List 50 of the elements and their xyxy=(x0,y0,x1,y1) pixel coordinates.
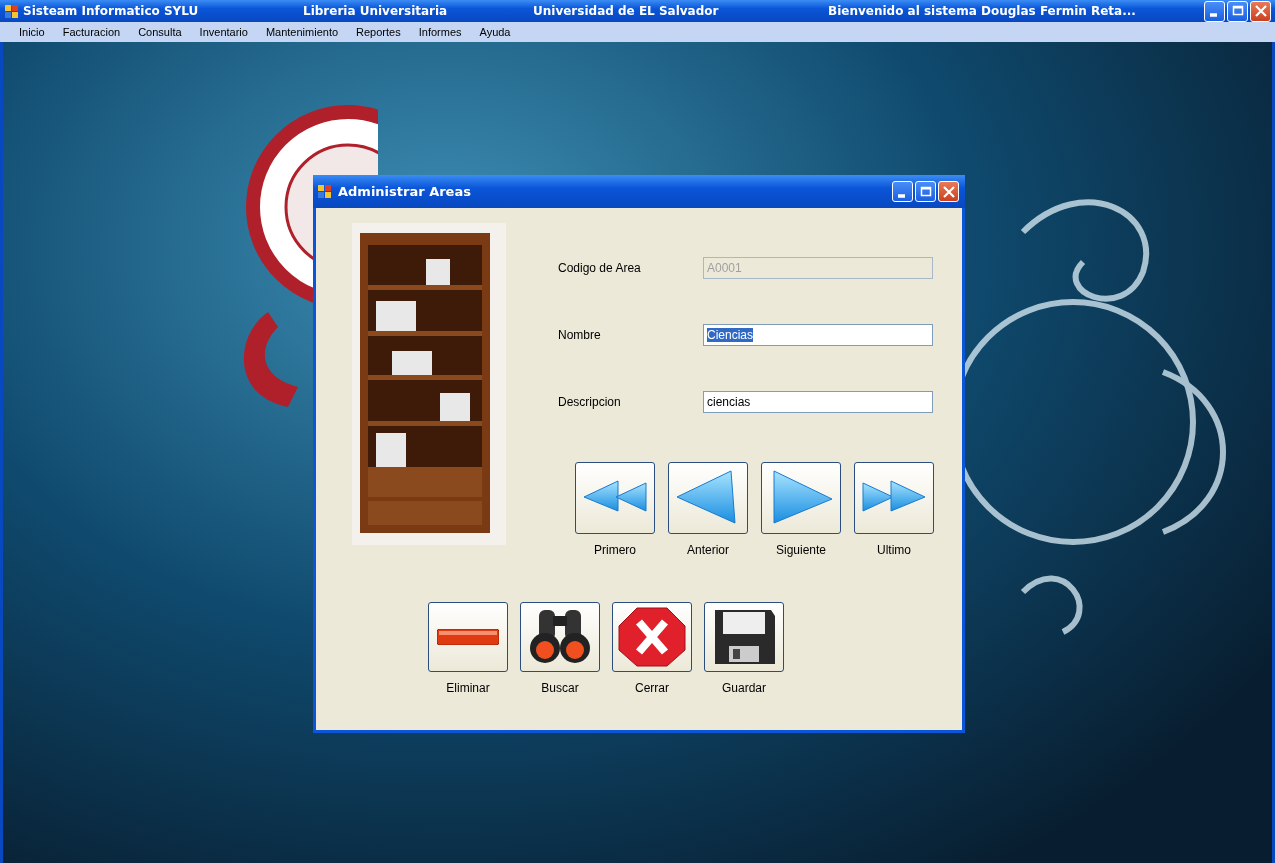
nav-button[interactable] xyxy=(761,462,841,534)
nav-button[interactable] xyxy=(668,462,748,534)
menu-item[interactable]: Inicio xyxy=(10,26,54,38)
minimize-icon xyxy=(1210,13,1217,17)
dialog-title: Administrar Areas xyxy=(338,184,471,199)
menu-item[interactable]: Reportes xyxy=(347,26,410,38)
maximize-icon xyxy=(1230,4,1245,18)
maximize-button[interactable] xyxy=(915,181,936,202)
minimize-icon xyxy=(898,193,905,198)
menu-item[interactable]: Informes xyxy=(409,26,471,38)
close-icon xyxy=(617,606,687,668)
input-field[interactable]: ciencias xyxy=(703,391,933,413)
button-label: Siguiente xyxy=(775,543,826,557)
window-title: Libreria Universitaria xyxy=(303,4,449,18)
app-icon xyxy=(4,3,19,19)
app-icon xyxy=(317,184,332,199)
action-button[interactable] xyxy=(520,602,600,672)
field-label: Codigo de Area xyxy=(558,261,642,275)
button-label: Ultimo xyxy=(877,543,911,557)
field-label: Descripcion xyxy=(558,395,622,409)
window-title: Bienvenido al sistema Douglas Fermin Reta... xyxy=(828,4,1136,18)
field-label: Nombre xyxy=(558,328,602,342)
close-icon xyxy=(1253,4,1268,18)
button-label: Guardar xyxy=(722,681,766,695)
button-label: Buscar xyxy=(541,681,579,695)
menu-item[interactable]: Mantenimiento xyxy=(256,26,348,38)
button-label: Primero xyxy=(594,543,636,557)
action-button[interactable] xyxy=(612,602,692,672)
button-label: Eliminar xyxy=(446,681,490,695)
menu-item[interactable]: Facturacion xyxy=(53,26,130,38)
minimize-button[interactable] xyxy=(1204,0,1225,22)
input-field[interactable]: Ciencias xyxy=(703,324,933,346)
close-icon xyxy=(941,184,956,199)
maximize-icon xyxy=(918,184,933,199)
minimize-button[interactable] xyxy=(892,181,913,202)
nav-button[interactable] xyxy=(575,462,655,534)
action-button[interactable] xyxy=(704,602,784,672)
button-label: Anterior xyxy=(687,543,729,557)
close-button[interactable] xyxy=(1250,0,1271,22)
button-label: Cerrar xyxy=(635,681,669,695)
maximize-button[interactable] xyxy=(1227,0,1248,22)
window-title: Universidad de EL Salvador xyxy=(533,4,720,18)
minus-icon xyxy=(437,629,499,645)
menu-item[interactable]: Consulta xyxy=(129,26,191,38)
menu-item[interactable]: Ayuda xyxy=(470,26,520,38)
window-title: Sisteam Informatico SYLU xyxy=(23,4,200,18)
nav-button[interactable] xyxy=(854,462,934,534)
menu-item[interactable]: Inventario xyxy=(190,26,257,38)
close-button[interactable] xyxy=(938,181,959,202)
action-button[interactable] xyxy=(428,602,508,672)
